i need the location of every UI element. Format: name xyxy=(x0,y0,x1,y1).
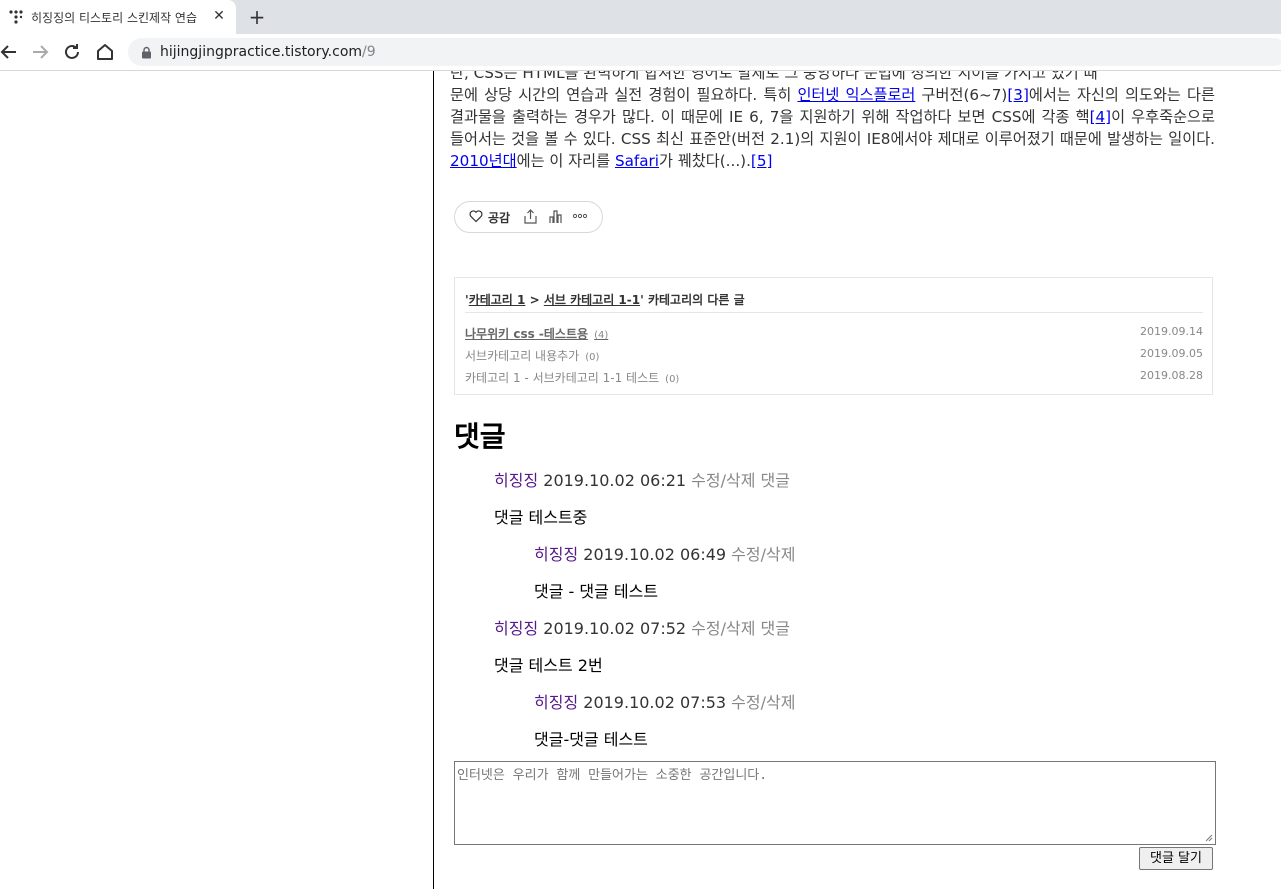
browser-tab[interactable]: 히징징의 티스토리 스킨제작 연습 ✕ xyxy=(0,0,236,34)
article-text: 문에 상당 시간의 연습과 실전 경험이 필요하다. 특히 xyxy=(450,86,798,104)
comment-author[interactable]: 히징징 xyxy=(534,693,578,712)
link-2010s[interactable]: 2010년대 xyxy=(450,152,517,170)
comment-actions[interactable]: 수정/삭제 댓글 xyxy=(691,471,790,490)
comment-placeholder: 인터넷은 우리가 함께 만들어가는 소중한 공간입니다. xyxy=(457,768,768,783)
reply-body: 댓글-댓글 테스트 xyxy=(534,730,648,749)
comment-body: 댓글 테스트중 xyxy=(494,508,588,527)
lock-icon xyxy=(142,46,151,59)
related-post-count: (0) xyxy=(665,374,680,385)
related-post-title[interactable]: 서브카테고리 내용추가 (0) xyxy=(465,347,599,364)
related-post-item[interactable]: 나무위키 css -테스트용 (4) 2019.09.14 xyxy=(465,325,1203,343)
page-viewport: 란, CSS는 HTML을 완벽하게 합쳐한 영어로 발제로 그 중앙하다 문법… xyxy=(0,71,1281,889)
comment-meta: 히징징 2019.10.02 06:21 수정/삭제 댓글 xyxy=(494,467,790,491)
related-post-item[interactable]: 서브카테고리 내용추가 (0) 2019.09.05 xyxy=(465,347,1203,365)
forward-arrow-icon[interactable] xyxy=(28,40,52,64)
more-options-icon[interactable] xyxy=(572,211,588,221)
related-post-title-text: 카테고리 1 - 서브카테고리 1-1 테스트 xyxy=(465,371,660,385)
article-text: 구버전(6~7) xyxy=(915,86,1008,104)
comment-author[interactable]: 히징징 xyxy=(494,471,538,490)
related-post-item[interactable]: 카테고리 1 - 서브카테고리 1-1 테스트 (0) 2019.08.28 xyxy=(465,369,1203,387)
related-divider xyxy=(465,312,1203,313)
tab-close-icon[interactable]: ✕ xyxy=(211,8,227,24)
tab-strip: 히징징의 티스토리 스킨제작 연습 ✕ + xyxy=(0,0,1281,34)
reply-meta: 히징징 2019.10.02 06:49 수정/삭제 xyxy=(534,541,795,565)
related-post-title-text: 나무위키 css -테스트용 xyxy=(465,327,589,341)
reaction-bar: 공감 xyxy=(454,201,603,233)
like-button[interactable]: 공감 xyxy=(488,209,510,226)
related-posts-box: '카테고리 1 > 서브 카테고리 1-1' 카테고리의 다른 글 나무위키 c… xyxy=(454,277,1213,395)
reply-meta: 히징징 2019.10.02 07:53 수정/삭제 xyxy=(534,689,795,713)
sidebar-divider xyxy=(433,71,434,889)
related-post-date: 2019.08.28 xyxy=(1140,369,1203,382)
submit-comment-button[interactable]: 댓글 달기 xyxy=(1139,847,1213,870)
category-link-1-1[interactable]: 서브 카테고리 1-1 xyxy=(544,293,640,307)
related-post-title[interactable]: 나무위키 css -테스트용 (4) xyxy=(465,325,608,342)
back-arrow-icon[interactable] xyxy=(0,40,21,64)
comment-actions[interactable]: 수정/삭제 xyxy=(731,693,795,712)
home-icon[interactable] xyxy=(93,40,117,64)
footnote-link-5[interactable]: [5] xyxy=(751,152,773,170)
article-body: 란, CSS는 HTML을 완벽하게 합쳐한 영어로 발제로 그 중앙하다 문법… xyxy=(450,71,1215,172)
comment-time: 2019.10.02 06:49 xyxy=(583,545,727,564)
browser-toolbar: hijingjingpractice.tistory.com/9 xyxy=(0,34,1281,71)
related-post-date: 2019.09.14 xyxy=(1140,325,1203,338)
url-host: hijingjingpractice.tistory.com xyxy=(160,44,363,60)
reload-icon[interactable] xyxy=(60,40,84,64)
share-icon[interactable] xyxy=(523,209,538,224)
footnote-link-3[interactable]: [3] xyxy=(1007,86,1029,104)
comment-textarea[interactable]: 인터넷은 우리가 함께 만들어가는 소중한 공간입니다. xyxy=(454,761,1216,845)
tab-title: 히징징의 티스토리 스킨제작 연습 xyxy=(31,11,198,25)
category-link-1[interactable]: 카테고리 1 xyxy=(469,293,526,307)
related-post-date: 2019.09.05 xyxy=(1140,347,1203,360)
related-post-title-text: 서브카테고리 내용추가 xyxy=(465,349,580,363)
comments-heading: 댓글 xyxy=(454,420,506,453)
comment-body: 댓글 테스트 2번 xyxy=(494,656,603,675)
comment-meta: 히징징 2019.10.02 07:52 수정/삭제 댓글 xyxy=(494,615,790,639)
statistics-icon[interactable] xyxy=(548,209,563,224)
url-path: /9 xyxy=(362,44,376,60)
link-internet-explorer[interactable]: 인터넷 익스플로러 xyxy=(797,86,915,104)
breadcrumb-separator: > xyxy=(525,293,544,307)
related-post-title[interactable]: 카테고리 1 - 서브카테고리 1-1 테스트 (0) xyxy=(465,369,679,386)
url-text: hijingjingpractice.tistory.com/9 xyxy=(160,44,376,60)
article-text: 가 꿰찼다(...). xyxy=(659,152,751,170)
footnote-link-4[interactable]: [4] xyxy=(1090,108,1112,126)
comment-actions[interactable]: 수정/삭제 댓글 xyxy=(691,619,790,638)
new-tab-icon[interactable]: + xyxy=(246,6,268,28)
reply-body: 댓글 - 댓글 테스트 xyxy=(534,582,659,601)
comment-time: 2019.10.02 07:52 xyxy=(543,619,687,638)
address-bar[interactable]: hijingjingpractice.tistory.com/9 xyxy=(128,38,1281,66)
comment-actions[interactable]: 수정/삭제 xyxy=(731,545,795,564)
comment-author[interactable]: 히징징 xyxy=(494,619,538,638)
heart-icon[interactable] xyxy=(469,209,483,223)
related-post-count: (0) xyxy=(585,352,600,363)
related-posts-heading: '카테고리 1 > 서브 카테고리 1-1' 카테고리의 다른 글 xyxy=(465,291,745,308)
article-line-top: 란, CSS는 HTML을 완벽하게 합쳐한 영어로 발제로 그 중앙하다 문법… xyxy=(450,71,1098,82)
tistory-favicon-icon xyxy=(9,10,23,24)
comment-time: 2019.10.02 07:53 xyxy=(583,693,727,712)
link-safari[interactable]: Safari xyxy=(615,152,659,170)
related-heading-suffix: ' 카테고리의 다른 글 xyxy=(640,293,745,307)
comment-author[interactable]: 히징징 xyxy=(534,545,578,564)
resize-grip-icon[interactable] xyxy=(1205,834,1213,842)
related-post-count: (4) xyxy=(594,330,609,341)
article-text: 에는 이 자리를 xyxy=(516,152,615,170)
comment-time: 2019.10.02 06:21 xyxy=(543,471,687,490)
